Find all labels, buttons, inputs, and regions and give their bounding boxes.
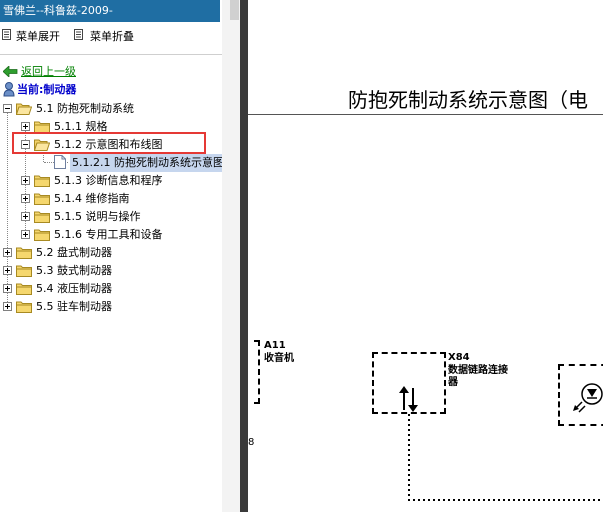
tree-item-label: 5.4 液压制动器 (36, 282, 112, 295)
tree-item-5-4[interactable]: 5.4 液压制动器 (0, 280, 222, 298)
tree-item-label: 5.2 盘式制动器 (36, 246, 112, 259)
tree-item-label: 5.1.4 维修指南 (54, 192, 130, 205)
current-location-label: 当前:制动器 (17, 83, 77, 96)
a11-code: A11 (264, 340, 286, 351)
frame-border (240, 0, 248, 512)
edge-label: 8 (248, 437, 255, 448)
tree-item-5-5[interactable]: 5.5 驻车制动器 (0, 298, 222, 316)
menu-expand-label: 菜单展开 (16, 30, 60, 43)
navigation-panel: 雪佛兰--科鲁兹-2009- 菜单展开 菜单折叠 返回上一级 当前:制动器 5.… (0, 0, 222, 512)
a11-component-box (248, 340, 260, 404)
indicator-lamp-icon (572, 380, 603, 417)
circuit-wire (408, 414, 603, 501)
data-link-arrows-icon (398, 386, 420, 415)
expand-icon[interactable] (3, 266, 12, 275)
x84-name-line1: 数据链路连接 (448, 365, 508, 376)
x84-name-line2: 器 (448, 377, 458, 388)
highlight-box (12, 132, 206, 154)
document-title: 防抱死制动系统示意图（电 (348, 88, 588, 112)
user-icon (3, 82, 15, 100)
tree-item-label: 5.5 驻车制动器 (36, 300, 112, 313)
tree-item-label: 5.1.3 诊断信息和程序 (54, 174, 163, 187)
a11-name: 收音机 (264, 353, 294, 364)
tree-item-5-1-5[interactable]: 5.1.5 说明与操作 (0, 208, 222, 226)
expand-icon[interactable] (3, 302, 12, 311)
collapse-icon[interactable] (3, 104, 12, 113)
document-view: 防抱死制动系统示意图（电 A11 收音机 8 X84 数据链路连接 器 (248, 0, 603, 512)
divider (0, 54, 222, 55)
expand-icon[interactable] (21, 122, 30, 131)
title-rule (248, 114, 603, 115)
tree-item-5-3[interactable]: 5.3 鼓式制动器 (0, 262, 222, 280)
document-icon (54, 155, 66, 169)
list-icon (74, 29, 84, 41)
x84-code: X84 (448, 352, 470, 363)
back-link-label: 返回上一级 (21, 65, 76, 78)
scrollbar-thumb[interactable] (230, 0, 239, 20)
tree-item-5-1-2-1[interactable]: 5.1.2.1 防抱死制动系统示意图 (0, 154, 222, 172)
folder-icon (16, 300, 32, 313)
tree-item-label: 5.1.5 说明与操作 (54, 210, 141, 223)
tree-item-label: 5.1.2.1 防抱死制动系统示意图 (70, 154, 222, 172)
tree-item-label: 5.1.6 专用工具和设备 (54, 228, 163, 241)
expand-icon[interactable] (3, 248, 12, 257)
tree-item-label: 5.1 防抱死制动系统 (36, 102, 134, 115)
folder-icon (34, 228, 50, 241)
folder-icon (16, 264, 32, 277)
tree-item-5-1-4[interactable]: 5.1.4 维修指南 (0, 190, 222, 208)
folder-icon (16, 282, 32, 295)
folder-icon (16, 246, 32, 259)
list-icon (2, 29, 12, 41)
menu-toolbar: 菜单展开 菜单折叠 (0, 26, 222, 46)
tree-item-5-1[interactable]: 5.1 防抱死制动系统 (0, 100, 222, 118)
folder-icon (34, 210, 50, 223)
tree-item-label: 5.3 鼓式制动器 (36, 264, 112, 277)
expand-icon[interactable] (21, 230, 30, 239)
panel-splitter[interactable] (222, 0, 240, 512)
expand-icon[interactable] (3, 284, 12, 293)
folder-icon (34, 174, 50, 187)
expand-icon[interactable] (21, 212, 30, 221)
menu-collapse-label: 菜单折叠 (90, 30, 134, 43)
back-arrow-icon (2, 65, 18, 80)
tree-item-5-1-6[interactable]: 5.1.6 专用工具和设备 (0, 226, 222, 244)
folder-icon (34, 192, 50, 205)
expand-icon[interactable] (21, 176, 30, 185)
expand-icon[interactable] (21, 194, 30, 203)
tree-item-5-2[interactable]: 5.2 盘式制动器 (0, 244, 222, 262)
tree-item-5-1-3[interactable]: 5.1.3 诊断信息和程序 (0, 172, 222, 190)
window-title: 雪佛兰--科鲁兹-2009- (0, 0, 220, 22)
folder-open-icon (15, 102, 33, 115)
